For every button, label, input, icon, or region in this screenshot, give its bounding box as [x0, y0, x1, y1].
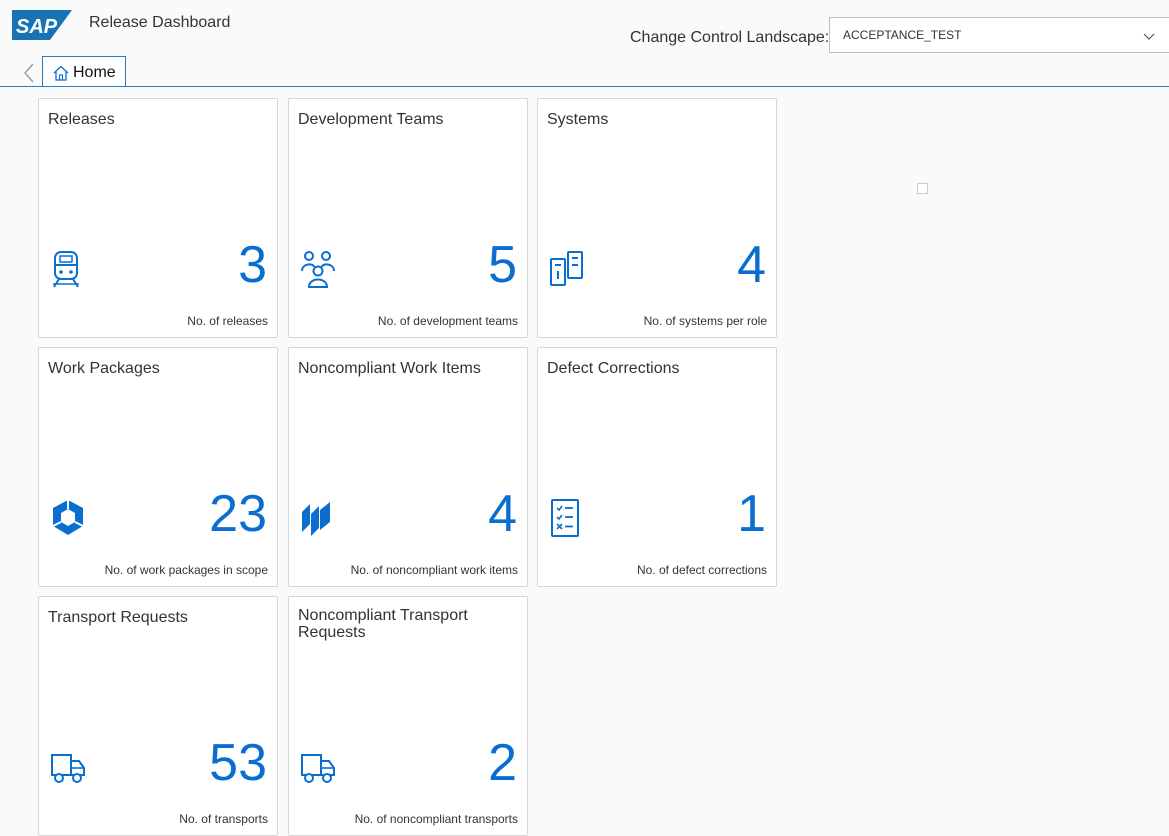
- tile-releases[interactable]: Releases 3 No. of releases: [38, 98, 278, 338]
- tile-transport-requests[interactable]: Transport Requests 53 No. of transports: [38, 596, 278, 836]
- tile-footer: No. of noncompliant work items: [350, 563, 518, 577]
- home-icon: [53, 65, 69, 81]
- tab-home-label: Home: [73, 64, 116, 81]
- tile-kpi-value: 2: [488, 734, 517, 792]
- tile-kpi-value: 3: [238, 236, 267, 294]
- checklist-icon: [549, 498, 585, 538]
- truck-icon: [300, 747, 336, 787]
- tile-footer: No. of work packages in scope: [104, 563, 268, 577]
- tile-kpi-value: 4: [737, 236, 766, 294]
- tile-defect-corrections[interactable]: Defect Corrections 1 No. of defect corre…: [537, 347, 777, 587]
- tile-title: Systems: [547, 111, 609, 128]
- tile-title: Transport Requests: [48, 609, 188, 626]
- placeholder-checkbox[interactable]: [917, 183, 928, 194]
- tile-development-teams[interactable]: Development Teams 5 No. of development t…: [288, 98, 528, 338]
- tile-footer: No. of noncompliant transports: [354, 812, 518, 826]
- tile-footer: No. of systems per role: [643, 314, 767, 328]
- tab-home[interactable]: Home: [42, 56, 126, 86]
- tile-title: Defect Corrections: [547, 360, 680, 377]
- svg-text:SAP: SAP: [16, 16, 58, 38]
- tile-kpi-value: 4: [488, 485, 517, 543]
- tab-divider: [0, 86, 1169, 87]
- tile-title: Releases: [48, 111, 115, 128]
- tile-noncompliant-transport-requests[interactable]: Noncompliant Transport Requests 2 No. of…: [288, 596, 528, 836]
- tile-work-packages[interactable]: Work Packages 23 No. of work packages in…: [38, 347, 278, 587]
- landscape-label: Change Control Landscape:: [630, 29, 830, 46]
- train-icon: [50, 249, 86, 289]
- tile-noncompliant-work-items[interactable]: Noncompliant Work Items 4 No. of noncomp…: [288, 347, 528, 587]
- chevron-left-icon[interactable]: [22, 62, 36, 84]
- tile-title: Development Teams: [298, 111, 444, 128]
- cube-icon: [50, 498, 86, 538]
- tile-kpi-value: 1: [737, 485, 766, 543]
- tile-title: Noncompliant Work Items: [298, 360, 481, 377]
- tile-kpi-value: 53: [209, 734, 267, 792]
- tile-footer: No. of defect corrections: [636, 563, 767, 577]
- tile-systems[interactable]: Systems 4 No. of systems per role: [537, 98, 777, 338]
- app-title: Release Dashboard: [89, 14, 231, 31]
- landscape-selected-value: ACCEPTANCE_TEST: [843, 28, 962, 42]
- tile-title: Work Packages: [48, 360, 160, 377]
- tile-title: Noncompliant Transport Requests: [298, 607, 468, 641]
- stacked-panels-icon: [300, 498, 336, 538]
- group-icon: [300, 249, 336, 289]
- truck-icon: [50, 747, 86, 787]
- tile-footer: No. of development teams: [377, 314, 518, 328]
- chevron-down-icon[interactable]: [1143, 29, 1155, 40]
- tile-footer: No. of transports: [179, 812, 268, 826]
- systems-icon: [549, 249, 585, 289]
- sap-logo: SAP: [12, 10, 72, 40]
- tile-kpi-value: 23: [209, 485, 267, 543]
- landscape-select[interactable]: ACCEPTANCE_TEST: [829, 17, 1169, 53]
- tile-kpi-value: 5: [488, 236, 517, 294]
- tile-footer: No. of releases: [187, 314, 268, 328]
